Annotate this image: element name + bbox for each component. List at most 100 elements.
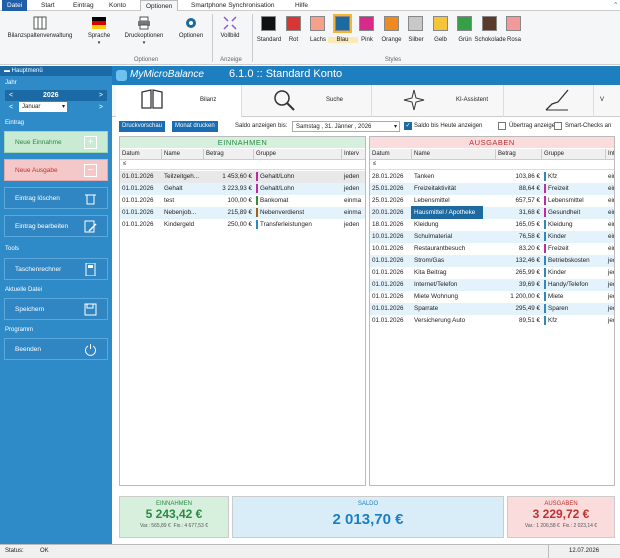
col-intervall[interactable]: Interv [342, 149, 365, 160]
eintrag-bearbeiten-button[interactable]: Eintrag bearbeiten [4, 215, 108, 237]
menu-datei[interactable]: Datei [2, 0, 28, 11]
style-swatch-blau[interactable] [332, 14, 352, 33]
eintrag-loeschen-button[interactable]: Eintrag löschen [4, 187, 108, 209]
saldo-heute-checkbox[interactable]: ✓ [404, 122, 412, 130]
table-row[interactable]: 01.01.2026 Kindergeld 250,00 € Transferleis… [120, 219, 365, 231]
table-row[interactable]: 01.01.2026 Internet/Telefon 39,69 € Handy/T… [370, 279, 614, 291]
cell-gruppe: Kinder [542, 231, 606, 243]
menu-optionen[interactable]: Optionen [140, 0, 179, 11]
cell-name: Versicherung Auto [414, 317, 466, 324]
cell-datum: 28.01.2026 [372, 173, 404, 180]
cell-datum: 01.01.2026 [372, 317, 404, 324]
col-name[interactable]: Name [412, 149, 496, 160]
jahr-label: Jahr [5, 80, 17, 86]
cell-datum: 01.01.2026 [122, 185, 154, 192]
style-swatch-rot[interactable] [285, 16, 301, 31]
filter-row[interactable]: ≤ [370, 160, 614, 170]
col-gruppe[interactable]: Gruppe [542, 149, 606, 160]
table-row[interactable]: 25.01.2026 Lebensmittel 657,57 € Lebensmitt… [370, 195, 614, 207]
uebertrag-checkbox[interactable] [498, 122, 506, 130]
table-row[interactable]: 01.01.2026 Sparrate 295,49 €Sparenjed [370, 303, 614, 315]
col-intervall[interactable]: Int [606, 149, 614, 160]
cell-int: ein [608, 209, 614, 216]
tab-statistik[interactable] [504, 85, 594, 117]
col-gruppe[interactable]: Gruppe [254, 149, 342, 160]
tab-bilanz[interactable]: Bilanz [116, 85, 242, 117]
cell-gruppe: Miete [542, 291, 606, 303]
tab-suche[interactable]: Suche [242, 85, 372, 117]
cell-gruppe: Lebensmittel [542, 195, 606, 207]
style-swatch-orange[interactable] [383, 16, 399, 31]
tab-more[interactable]: V [594, 85, 620, 117]
prev-year-button[interactable]: < [9, 90, 13, 101]
neue-einnahme-button[interactable]: Neue Einnahme + [4, 131, 108, 153]
col-name[interactable]: Name [162, 149, 204, 160]
group-anzeige-label: Anzeige [220, 57, 242, 63]
menu-hilfe[interactable]: Hilfe [290, 0, 313, 11]
table-row[interactable]: 01.01.2026 Miete Wohnung 1 200,00 € Miete je… [370, 291, 614, 303]
style-swatch-lachs[interactable] [310, 16, 325, 31]
sprache-button[interactable]: Sprache ▾ [84, 16, 114, 47]
cell-betrag: 100,00 € [227, 197, 252, 204]
table-row[interactable]: 01.01.2026 Kita Beitrag 265,99 €Kinderjed [370, 267, 614, 279]
menu-eintrag[interactable]: Eintrag [68, 0, 99, 11]
style-swatch-standard[interactable] [261, 16, 276, 31]
table-row[interactable]: 01.01.2026 Strom/Gas 132,46 € Betriebskoste… [370, 255, 614, 267]
tools-label: Tools [5, 246, 20, 252]
next-year-button[interactable]: > [99, 90, 103, 101]
app-header: MyMicroBalance 6.1.0 :: Standard Konto [112, 66, 620, 85]
group-color-bar [544, 219, 546, 229]
style-swatch-silber[interactable] [408, 16, 423, 31]
style-swatch-grün[interactable] [457, 16, 472, 31]
table-row[interactable]: 28.01.2026 Tanken 103,86 €Kfzein [370, 171, 614, 183]
table-row[interactable]: 01.01.2026 Versicherung Auto 89,51 €Kfzjed [370, 315, 614, 327]
neue-ausgabe-button[interactable]: Neue Ausgabe − [4, 159, 108, 181]
saldo-date-picker[interactable]: Samstag , 31. Jänner , 2026 ▾ [292, 121, 400, 132]
taschenrechner-button[interactable]: Taschenrechner [4, 258, 108, 280]
druckvorschau-button[interactable]: Druckvorschau [119, 121, 166, 132]
saldo-summary: SALDO 2 013,70 € [232, 496, 504, 538]
style-swatch-schokolade[interactable] [481, 16, 497, 31]
style-swatch-pink[interactable] [359, 16, 374, 31]
table-row[interactable]: 25.01.2026 Freizeitaktivität 88,64 € Freize… [370, 183, 614, 195]
menu-konto[interactable]: Konto [104, 0, 131, 11]
menu-start[interactable]: Start [36, 0, 60, 11]
table-row[interactable]: 01.01.2026 test 100,00 € Bankomat einma [120, 195, 365, 207]
menu-smartphone[interactable]: Smartphone Synchronisation [186, 0, 279, 11]
menu-bar: Datei Start Eintrag Konto Optionen Smart… [0, 0, 620, 11]
speichern-button[interactable]: Speichern [4, 298, 108, 320]
next-month-button[interactable]: > [99, 102, 103, 113]
group-color-bar [544, 183, 546, 193]
columns-icon [33, 16, 47, 30]
style-swatch-gelb[interactable] [432, 16, 448, 31]
monat-drucken-button[interactable]: Monat drucken [172, 121, 218, 132]
status-date: 12.07.2026 [548, 545, 599, 558]
col-betrag[interactable]: Betrag [496, 149, 542, 160]
group-color-bar [256, 219, 258, 229]
style-swatch-rosa[interactable] [506, 16, 521, 31]
table-row[interactable]: 01.01.2026 Gehalt 3 223,93 € Gehalt/Lohn jed… [120, 183, 365, 195]
hauptmenu-header[interactable]: ▬ Hauptmenü [0, 66, 112, 76]
druckoptionen-button[interactable]: Druckoptionen ▾ [120, 16, 168, 47]
col-datum[interactable]: Datum [120, 149, 162, 160]
table-row[interactable]: 20.01.2026 Hausmittel / Apotheke 31,68 € Ge… [370, 206, 614, 220]
beenden-button[interactable]: Beenden [4, 338, 108, 360]
tab-ki-assistent[interactable]: KI-Assistent [372, 85, 504, 117]
prev-month-button[interactable]: < [9, 102, 13, 113]
table-row[interactable]: 18.01.2026Kleidung165,05 €Kleidungein [370, 219, 614, 231]
bilanzspalten-button[interactable]: Bilanzspaltenverwaltung [4, 16, 76, 40]
table-row[interactable]: 10.01.2026 Schulmaterial 76,58 €Kinderein [370, 231, 614, 243]
month-dropdown[interactable]: Januar ▾ [19, 102, 67, 112]
col-betrag[interactable]: Betrag [204, 149, 254, 160]
ribbon-collapse-icon[interactable]: ⌃ [608, 0, 620, 11]
optionen-button[interactable]: Optionen [174, 16, 208, 40]
cell-int: ein [608, 173, 614, 180]
filter-row[interactable]: ≤ [120, 160, 365, 170]
table-row[interactable]: 10.01.2026 Restaurantbesuch 83,20 € Freizei… [370, 243, 614, 255]
col-datum[interactable]: Datum [370, 149, 412, 160]
smart-checks-checkbox[interactable] [554, 122, 562, 130]
vollbild-button[interactable]: Vollbild [216, 16, 244, 40]
table-row[interactable]: 01.01.2026 Nebenjob... 215,89 € Nebenverdie… [120, 207, 365, 219]
cell-int: jed [608, 257, 614, 264]
table-row[interactable]: 01.01.2026 Teilzeitgeh... 1 453,60 € Gehalt… [120, 171, 365, 183]
